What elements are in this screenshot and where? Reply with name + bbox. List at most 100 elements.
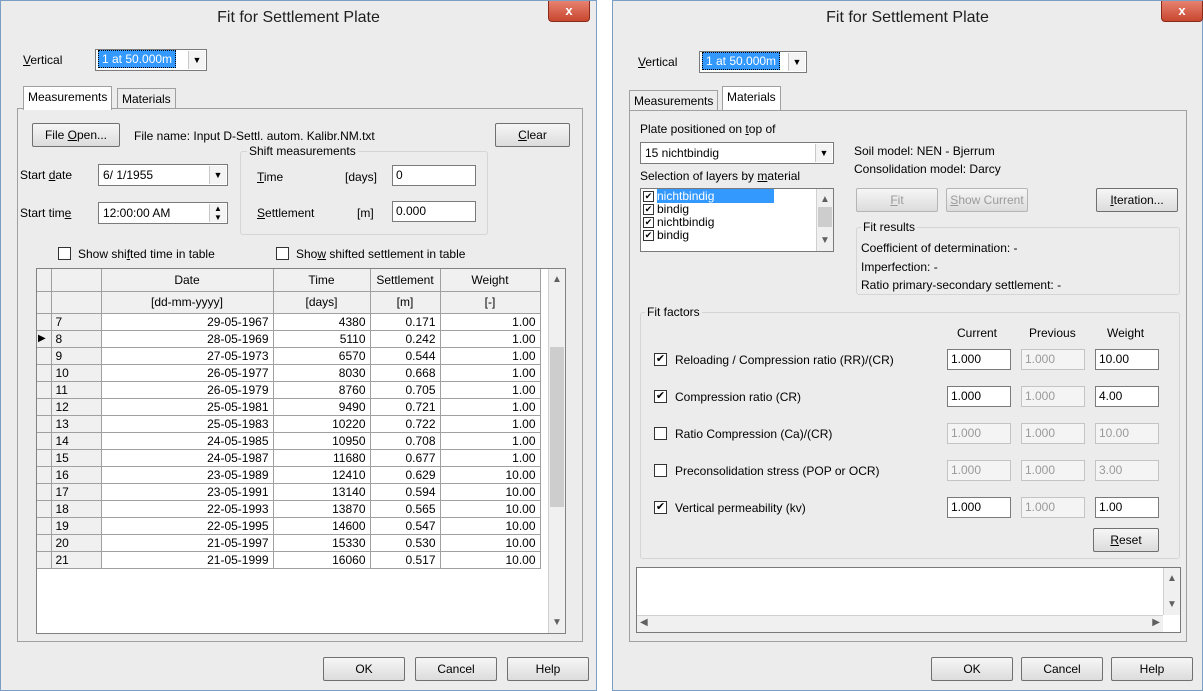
settlement-cell[interactable]: 0.171 — [370, 313, 441, 331]
shift-settlement-input[interactable]: 0.000 — [392, 201, 476, 222]
tab-materials[interactable]: Materials — [722, 86, 781, 110]
fit-factor-previous-input[interactable]: 1.000 — [1021, 460, 1085, 481]
time-cell[interactable]: 10220 — [273, 415, 371, 433]
table-row[interactable]: 9 27-05-1973 6570 0.544 1.00 — [37, 347, 541, 365]
settlement-cell[interactable]: 0.668 — [370, 364, 441, 382]
close-button[interactable]: x — [1161, 1, 1203, 22]
row-number-cell[interactable]: 20 — [51, 534, 102, 552]
weight-cell[interactable]: 1.00 — [440, 415, 541, 433]
time-cell[interactable]: 6570 — [273, 347, 371, 365]
settlement-cell[interactable]: 0.705 — [370, 381, 441, 399]
layer-list-item[interactable]: ✔ bindig — [643, 229, 689, 242]
time-cell[interactable]: 13870 — [273, 500, 371, 518]
fit-factor-previous-input[interactable]: 1.000 — [1021, 497, 1085, 518]
time-cell[interactable]: 15330 — [273, 534, 371, 552]
show-shifted-settlement-checkbox[interactable] — [276, 247, 289, 260]
time-cell[interactable]: 13140 — [273, 483, 371, 501]
row-number-cell[interactable]: 8 — [51, 330, 102, 348]
settlement-cell[interactable]: 0.565 — [370, 500, 441, 518]
settlement-cell[interactable]: 0.547 — [370, 517, 441, 535]
settlement-cell[interactable]: 0.544 — [370, 347, 441, 365]
output-memo[interactable]: ▲ ▼ ◀ ▶ — [636, 567, 1181, 633]
show-shifted-time-checkbox[interactable] — [58, 247, 71, 260]
memo-horizontal-scrollbar[interactable]: ◀ ▶ — [637, 615, 1163, 632]
row-number-cell[interactable]: 9 — [51, 347, 102, 365]
help-button[interactable]: Help — [507, 657, 589, 681]
weight-cell[interactable]: 10.00 — [440, 517, 541, 535]
fit-factor-current-input[interactable]: 1.000 — [947, 423, 1011, 444]
row-number-cell[interactable]: 7 — [51, 313, 102, 331]
fit-factor-checkbox[interactable] — [654, 427, 667, 440]
settlement-cell[interactable]: 0.242 — [370, 330, 441, 348]
date-cell[interactable]: 22-05-1995 — [101, 517, 274, 535]
fit-factor-weight-input[interactable]: 4.00 — [1095, 386, 1159, 407]
date-cell[interactable]: 23-05-1989 — [101, 466, 274, 484]
weight-cell[interactable]: 1.00 — [440, 381, 541, 399]
row-number-cell[interactable]: 18 — [51, 500, 102, 518]
fit-factor-current-input[interactable]: 1.000 — [947, 460, 1011, 481]
scroll-up-icon[interactable]: ▲ — [549, 271, 565, 288]
table-row[interactable]: 21 21-05-1999 16060 0.517 10.00 — [37, 551, 541, 569]
row-number-cell[interactable]: 13 — [51, 415, 102, 433]
plate-select[interactable]: 15 nichtbindig ▼ — [640, 142, 834, 164]
time-cell[interactable]: 10950 — [273, 432, 371, 450]
fit-factor-weight-input[interactable]: 10.00 — [1095, 349, 1159, 370]
clear-button[interactable]: Clear — [495, 123, 570, 147]
layer-checkbox[interactable]: ✔ — [643, 191, 654, 203]
header-weight[interactable]: Weight — [440, 269, 541, 292]
header-time[interactable]: Time — [273, 269, 371, 292]
table-row[interactable]: 15 24-05-1987 11680 0.677 1.00 — [37, 449, 541, 467]
vertical-select[interactable]: 1 at 50.000m ▼ — [95, 49, 207, 71]
fit-factor-previous-input[interactable]: 1.000 — [1021, 386, 1085, 407]
fit-factor-previous-input[interactable]: 1.000 — [1021, 349, 1085, 370]
table-row[interactable]: 13 25-05-1983 10220 0.722 1.00 — [37, 415, 541, 433]
table-row[interactable]: 7 29-05-1967 4380 0.171 1.00 — [37, 313, 541, 331]
row-number-cell[interactable]: 21 — [51, 551, 102, 569]
weight-cell[interactable]: 10.00 — [440, 534, 541, 552]
help-button[interactable]: Help — [1111, 657, 1193, 681]
time-cell[interactable]: 9490 — [273, 398, 371, 416]
fit-factor-checkbox[interactable]: ✔ — [654, 353, 667, 366]
date-cell[interactable]: 29-05-1967 — [101, 313, 274, 331]
table-row[interactable]: 18 22-05-1993 13870 0.565 10.00 — [37, 500, 541, 518]
date-cell[interactable]: 24-05-1985 — [101, 432, 274, 450]
fit-factor-current-input[interactable]: 1.000 — [947, 386, 1011, 407]
measurements-table[interactable]: Date Time Settlement Weight [dd-mm-yyyy]… — [36, 268, 566, 634]
close-button[interactable]: x — [548, 1, 590, 22]
layer-checkbox[interactable]: ✔ — [643, 217, 654, 229]
memo-vertical-scrollbar[interactable]: ▲ ▼ — [1163, 568, 1180, 615]
time-cell[interactable]: 8760 — [273, 381, 371, 399]
layers-scrollbar[interactable]: ▲ ▼ — [816, 189, 833, 251]
weight-cell[interactable]: 1.00 — [440, 313, 541, 331]
date-cell[interactable]: 21-05-1997 — [101, 534, 274, 552]
row-number-cell[interactable]: 11 — [51, 381, 102, 399]
scroll-up-icon[interactable]: ▲ — [1164, 570, 1180, 587]
date-cell[interactable]: 24-05-1987 — [101, 449, 274, 467]
row-number-cell[interactable]: 12 — [51, 398, 102, 416]
header-settlement[interactable]: Settlement — [370, 269, 441, 292]
table-row[interactable]: 12 25-05-1981 9490 0.721 1.00 — [37, 398, 541, 416]
table-row[interactable]: 16 23-05-1989 12410 0.629 10.00 — [37, 466, 541, 484]
table-row[interactable]: ▶ 8 28-05-1969 5110 0.242 1.00 — [37, 330, 541, 348]
table-vertical-scrollbar[interactable]: ▲ ▼ — [548, 269, 565, 633]
row-number-cell[interactable]: 15 — [51, 449, 102, 467]
date-cell[interactable]: 22-05-1993 — [101, 500, 274, 518]
fit-factor-weight-input[interactable]: 1.00 — [1095, 497, 1159, 518]
cancel-button[interactable]: Cancel — [415, 657, 497, 681]
scroll-down-icon[interactable]: ▼ — [1164, 596, 1180, 613]
time-cell[interactable]: 8030 — [273, 364, 371, 382]
iteration-button[interactable]: Iteration... — [1096, 188, 1178, 212]
row-number-cell[interactable]: 19 — [51, 517, 102, 535]
fit-button[interactable]: Fit — [856, 188, 938, 212]
settlement-cell[interactable]: 0.517 — [370, 551, 441, 569]
cancel-button[interactable]: Cancel — [1021, 657, 1103, 681]
layer-checkbox[interactable]: ✔ — [643, 204, 654, 216]
fit-factor-current-input[interactable]: 1.000 — [947, 349, 1011, 370]
date-cell[interactable]: 25-05-1983 — [101, 415, 274, 433]
fit-factor-checkbox[interactable]: ✔ — [654, 501, 667, 514]
tab-measurements[interactable]: Measurements — [23, 86, 113, 110]
table-row[interactable]: 17 23-05-1991 13140 0.594 10.00 — [37, 483, 541, 501]
weight-cell[interactable]: 1.00 — [440, 347, 541, 365]
time-cell[interactable]: 5110 — [273, 330, 371, 348]
weight-cell[interactable]: 10.00 — [440, 483, 541, 501]
